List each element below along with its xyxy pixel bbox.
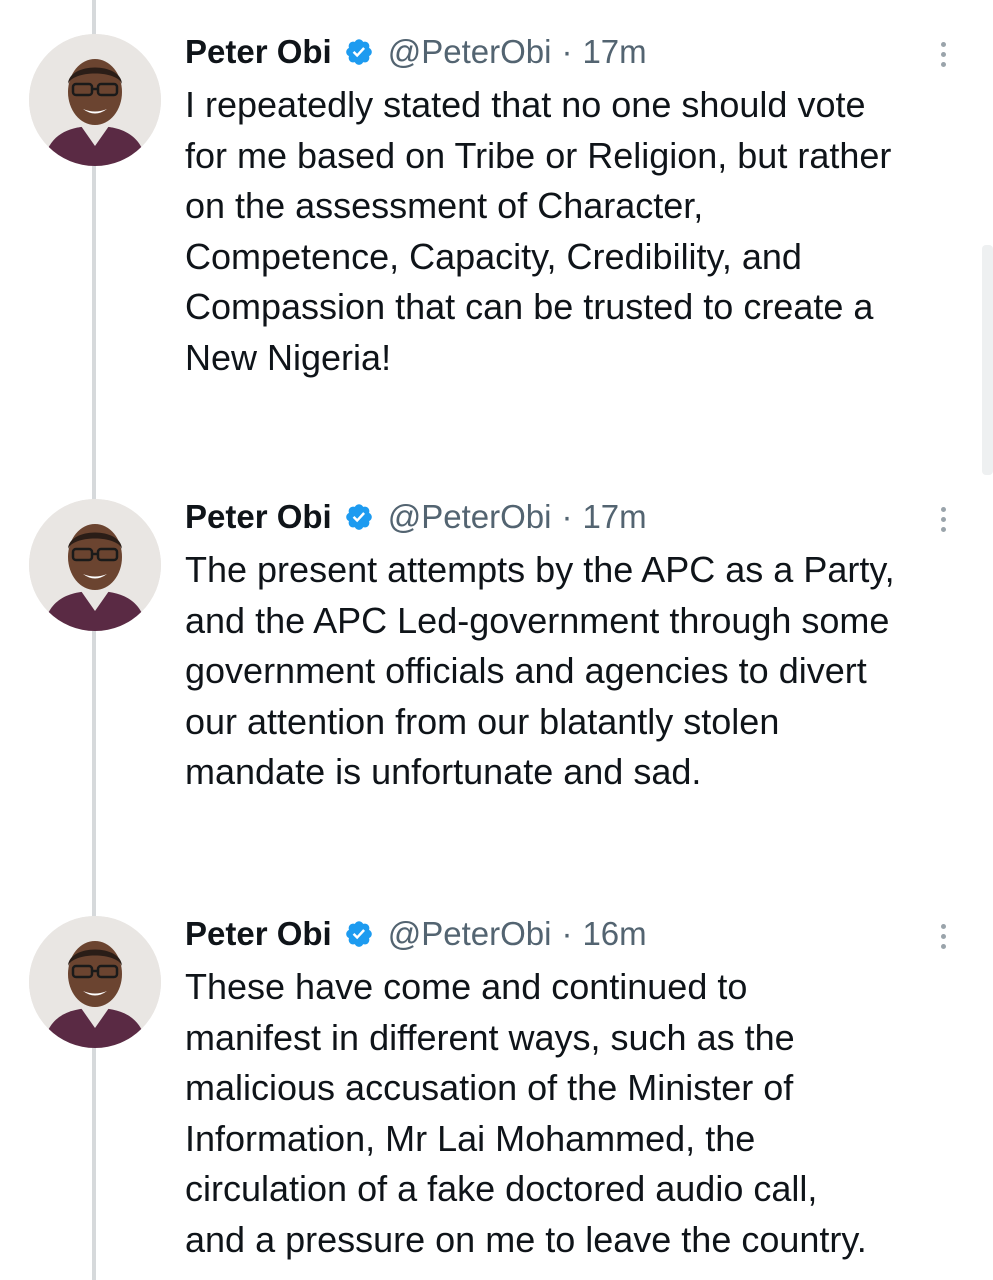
- profile-avatar[interactable]: [29, 499, 161, 631]
- timestamp[interactable]: 16m: [582, 915, 646, 953]
- scrollbar[interactable]: [982, 245, 993, 475]
- verified-badge-icon: [344, 37, 374, 67]
- more-options-icon[interactable]: [930, 32, 956, 76]
- author-name[interactable]: Peter Obi: [185, 498, 332, 536]
- author-name[interactable]: Peter Obi: [185, 33, 332, 71]
- author-handle[interactable]: @PeterObi: [388, 33, 552, 71]
- author-handle[interactable]: @PeterObi: [388, 915, 552, 953]
- more-options-icon[interactable]: [930, 914, 956, 958]
- author-name[interactable]: Peter Obi: [185, 915, 332, 953]
- profile-avatar[interactable]: [29, 916, 161, 1048]
- tweet-header: Peter Obi @PeterObi · 17m: [185, 495, 647, 539]
- profile-avatar[interactable]: [29, 34, 161, 166]
- verified-badge-icon: [344, 502, 374, 532]
- more-options-icon[interactable]: [930, 497, 956, 541]
- tweet-text: I repeatedly stated that no one should v…: [185, 84, 892, 378]
- author-handle[interactable]: @PeterObi: [388, 498, 552, 536]
- thread-connector-line: [92, 0, 96, 1280]
- tweet-text: These have come and continued to manifes…: [185, 966, 867, 1260]
- verified-badge-icon: [344, 919, 374, 949]
- separator-dot: ·: [561, 915, 573, 952]
- tweet-text: The present attempts by the APC as a Par…: [185, 549, 895, 792]
- separator-dot: ·: [561, 33, 573, 70]
- separator-dot: ·: [561, 498, 573, 535]
- timestamp[interactable]: 17m: [582, 33, 646, 71]
- timestamp[interactable]: 17m: [582, 498, 646, 536]
- tweet-header: Peter Obi @PeterObi · 17m: [185, 30, 647, 74]
- tweet-header: Peter Obi @PeterObi · 16m: [185, 912, 647, 956]
